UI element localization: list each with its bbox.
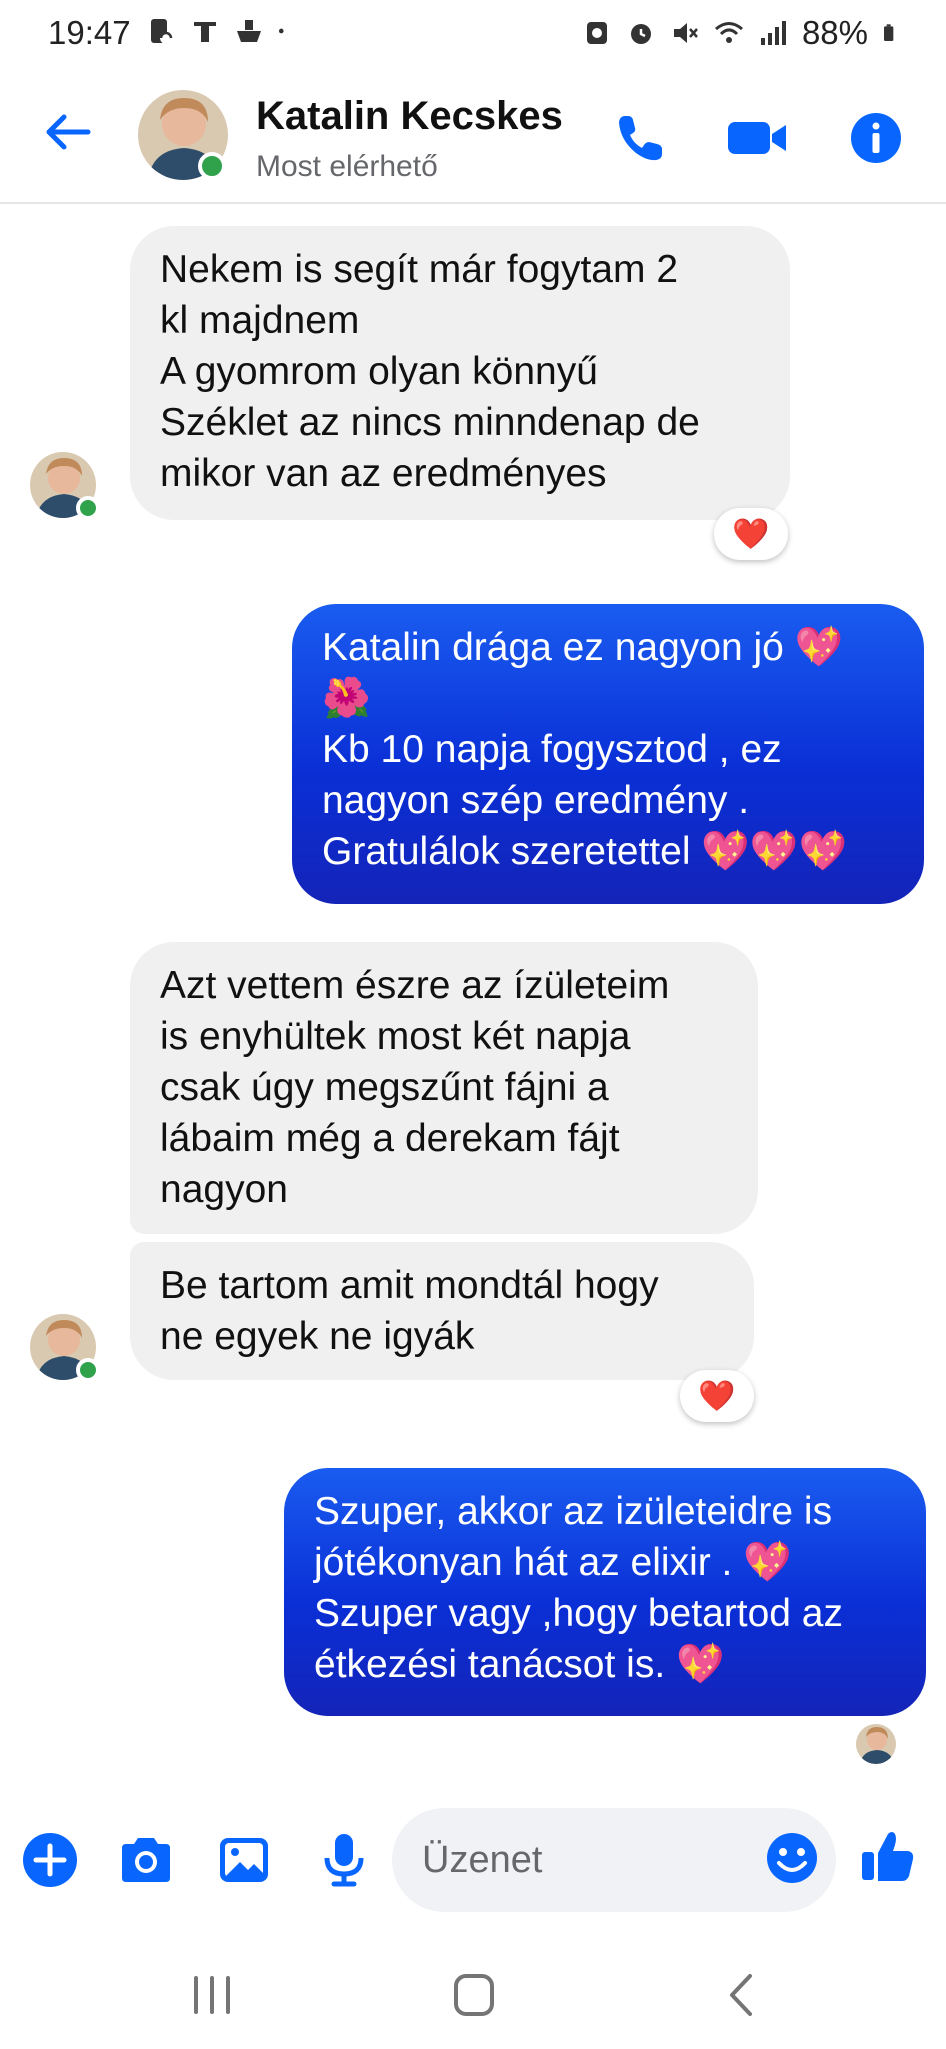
message-incoming-2[interactable]: Azt vettem észre az ízületeim is enyhült… — [130, 942, 758, 1234]
message-incoming-3[interactable]: Be tartom amit mondtál hogy ne egyek ne … — [130, 1242, 754, 1380]
battery-percent: 88% — [801, 14, 868, 51]
status-bar: 19:47 88% — [0, 0, 946, 68]
sim-wifi-icon — [151, 19, 173, 44]
online-indicator-small — [76, 496, 100, 520]
info-icon[interactable] — [848, 110, 904, 166]
ship-icon — [237, 20, 261, 42]
home-icon[interactable] — [444, 1968, 504, 2022]
phone-call-icon[interactable] — [612, 110, 668, 166]
notification-icon — [194, 22, 216, 42]
status-left-icons — [146, 16, 292, 46]
signal-icon — [760, 21, 786, 45]
back-arrow-icon[interactable] — [40, 104, 96, 160]
camera-icon[interactable] — [116, 1830, 176, 1890]
contact-name[interactable]: Katalin Kecskes — [256, 94, 563, 139]
recent-apps-icon[interactable] — [182, 1968, 242, 2022]
status-time: 19:47 — [48, 14, 131, 51]
composer-bar — [0, 1800, 946, 1918]
dot-icon — [278, 28, 284, 34]
chat-header: Katalin Kecskes Most elérhető — [0, 68, 946, 204]
video-call-icon[interactable] — [726, 110, 790, 166]
message-outgoing-2[interactable]: Szuper, akkor az izületeidre is jótékony… — [284, 1468, 926, 1716]
heart-reaction[interactable]: ❤️ — [680, 1370, 754, 1422]
battery-icon — [884, 24, 894, 41]
system-nav-bar — [0, 1940, 946, 2049]
alarm-icon — [630, 24, 651, 44]
contact-status: Most elérhető — [256, 150, 438, 183]
emoji-icon[interactable] — [764, 1830, 820, 1886]
microphone-icon[interactable] — [314, 1830, 374, 1890]
message-outgoing-1[interactable]: Katalin drága ez nagyon jó 💖 🌺 Kb 10 nap… — [292, 604, 924, 904]
mute-icon — [673, 23, 698, 43]
seen-avatar — [856, 1724, 896, 1764]
online-indicator-small — [76, 1358, 100, 1382]
plus-icon[interactable] — [20, 1830, 80, 1890]
status-right-icons: 88% — [582, 14, 902, 52]
online-indicator — [198, 152, 226, 180]
heart-reaction[interactable]: ❤️ — [714, 508, 788, 560]
thumbs-up-icon[interactable] — [858, 1826, 918, 1886]
message-incoming-1[interactable]: Nekem is segít már fogytam 2 kl majdnem … — [130, 226, 790, 520]
gallery-icon[interactable] — [214, 1830, 274, 1890]
wifi-icon — [714, 22, 743, 43]
app-icon — [586, 22, 607, 44]
back-nav-icon[interactable] — [712, 1968, 772, 2022]
